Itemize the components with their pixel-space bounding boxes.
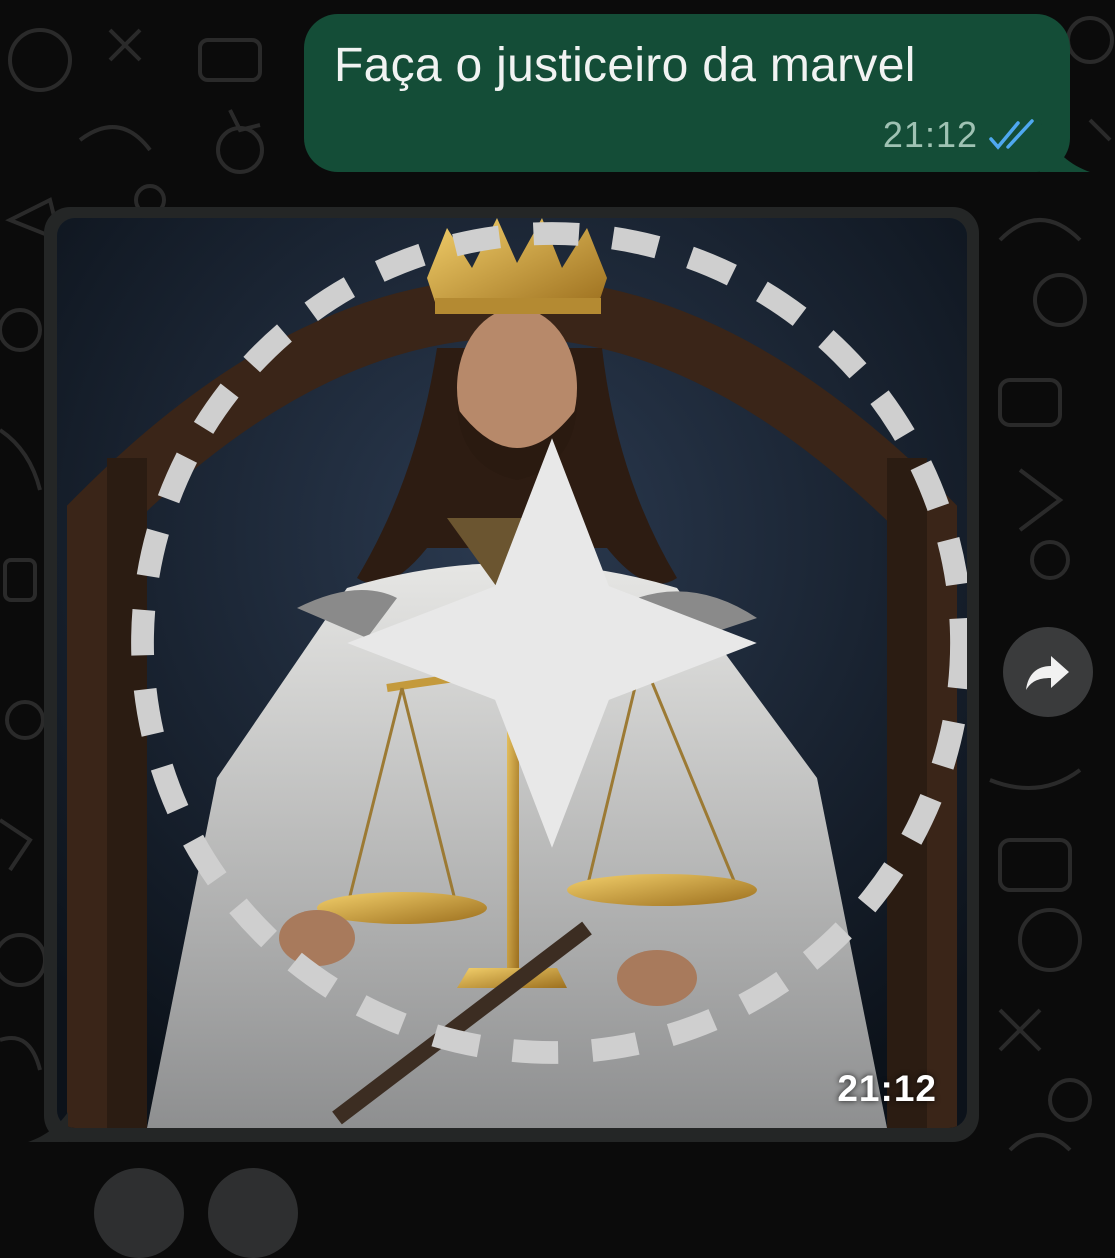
incoming-bubble-tail [28, 1112, 68, 1142]
double-check-read-icon [989, 119, 1034, 150]
message-image[interactable]: 21:12 [57, 218, 967, 1128]
message-text: Faça o justiceiro da marvel [334, 39, 916, 92]
message-meta: 21:12 [883, 114, 1042, 156]
message-time: 21:12 [882, 114, 978, 155]
forward-button[interactable] [1003, 627, 1093, 717]
imagined-with-ai-badge-icon [131, 222, 967, 1064]
forward-arrow-icon [1026, 656, 1069, 690]
outgoing-message-bubble[interactable]: Faça o justiceiro da marvel 21:12 [304, 14, 1070, 172]
reaction-button[interactable] [94, 1168, 184, 1258]
image-time: 21:12 [837, 1068, 937, 1109]
incoming-image-bubble[interactable]: 21:12 [44, 207, 979, 1142]
outgoing-bubble-tail [1040, 120, 1090, 172]
reaction-button[interactable] [208, 1168, 298, 1258]
